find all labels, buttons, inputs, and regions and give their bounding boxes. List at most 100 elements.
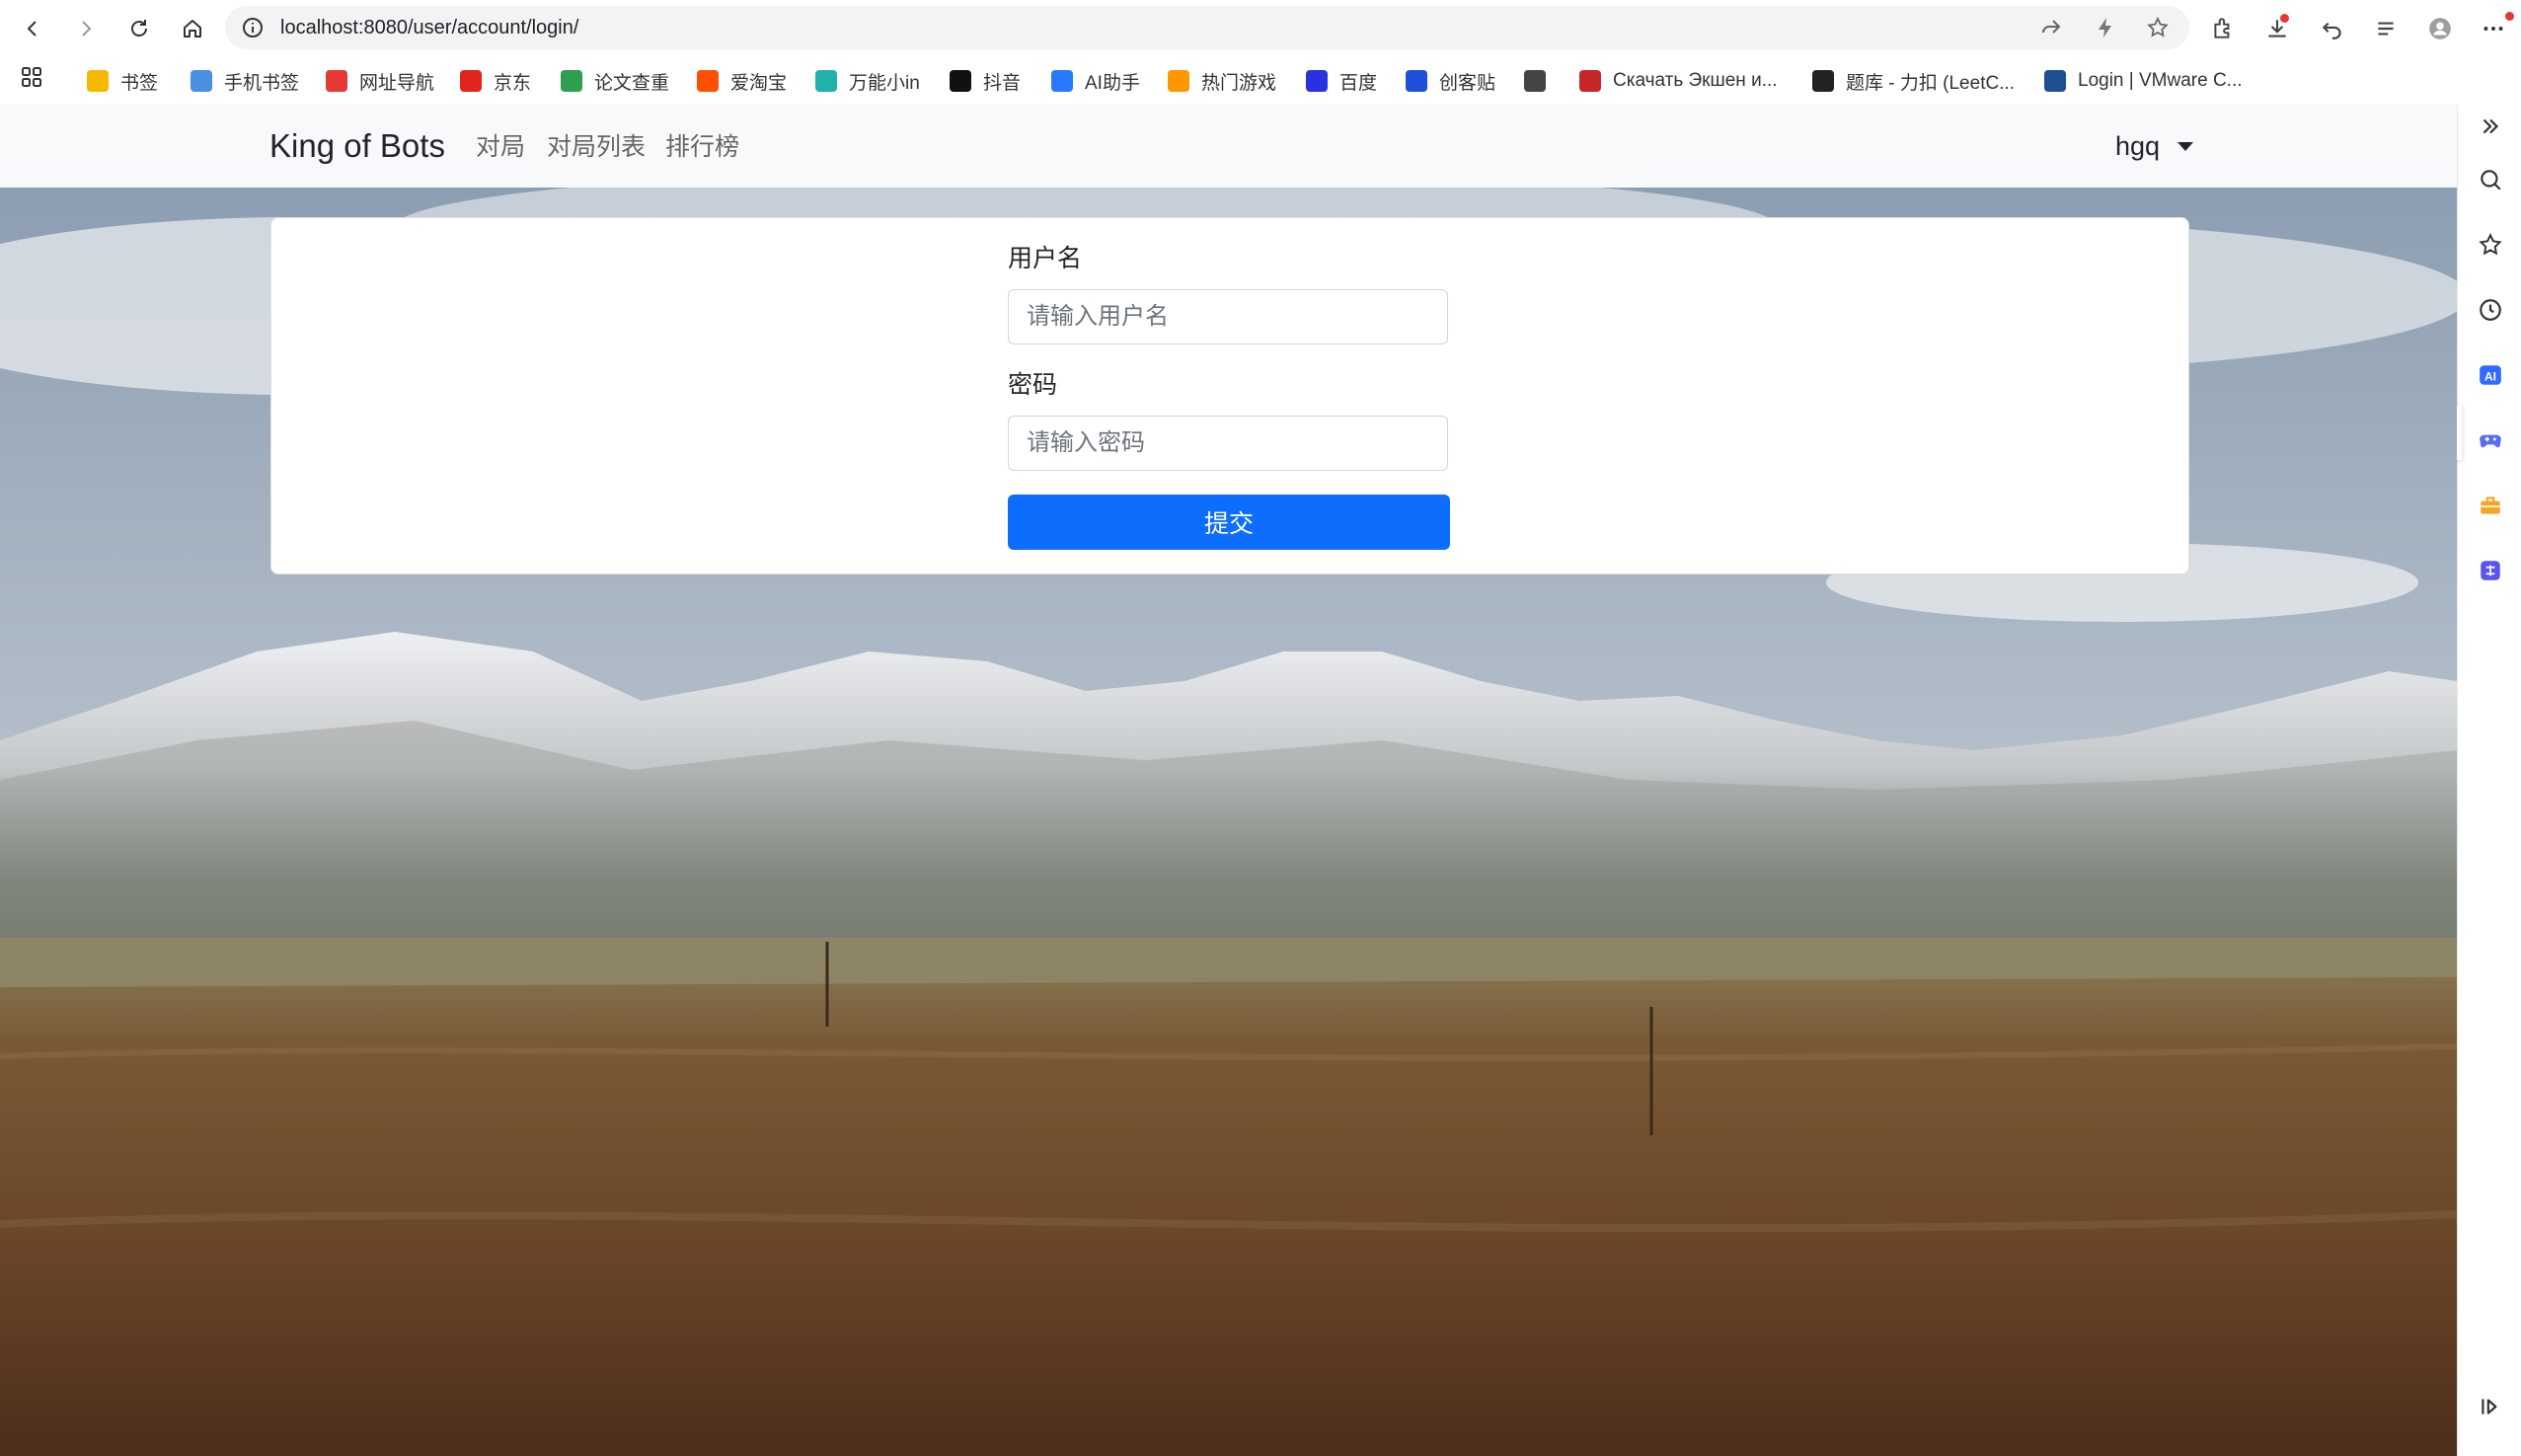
bookmark-favicon-icon	[326, 70, 347, 92]
site-navbar: King of Bots 对局 对局列表 排行榜 hgq	[0, 105, 2457, 188]
reading-list-button[interactable]	[2369, 12, 2403, 45]
clock-icon	[2480, 299, 2501, 321]
bookmark-item[interactable]: 万能小in	[815, 67, 920, 95]
lightning-icon[interactable]	[2094, 16, 2117, 39]
bookmark-item[interactable]: 书签	[87, 67, 158, 95]
star-icon	[2479, 233, 2502, 256]
login-card: 用户名 密码 提交	[270, 217, 2189, 575]
list-icon	[2378, 22, 2394, 36]
apps-grid-icon[interactable]	[20, 65, 43, 89]
sidebar-history-button[interactable]	[2477, 296, 2504, 324]
bookmark-item[interactable]: 手机书签	[191, 67, 299, 95]
site-info-icon[interactable]	[241, 16, 265, 39]
sidebar-ai-button[interactable]: AI	[2477, 361, 2504, 389]
reload-button[interactable]	[122, 12, 156, 45]
brand-link[interactable]: King of Bots	[269, 124, 445, 168]
bookmark-favicon-icon	[1524, 70, 1546, 92]
bookmark-favicon-icon	[1579, 70, 1601, 92]
bookmark-favicon-icon	[815, 70, 837, 92]
browser-toolbar: localhost:8080/user/account/login/	[0, 0, 2521, 57]
sidebar-collapse-button[interactable]	[2477, 113, 2504, 140]
bookmark-favicon-icon	[950, 70, 971, 92]
bookmark-favicon-icon	[697, 70, 719, 92]
bookmark-label: 创客贴	[1439, 72, 1496, 94]
home-icon	[184, 20, 201, 38]
star-bookmark-icon[interactable]	[2146, 16, 2170, 39]
bookmark-label: 爱淘宝	[730, 72, 788, 94]
address-bar[interactable]: localhost:8080/user/account/login/	[225, 6, 2189, 49]
back-arrow-icon	[27, 21, 37, 37]
password-label: 密码	[1008, 371, 1058, 399]
gamepad-icon	[2480, 434, 2501, 448]
extensions-button[interactable]	[2206, 12, 2240, 45]
chevron-down-icon	[2177, 141, 2194, 151]
more-dots-icon	[2483, 27, 2503, 31]
bookmark-favicon-icon	[561, 70, 582, 92]
bookmark-favicon-icon	[1051, 70, 1073, 92]
bookmark-item[interactable]: 论文查重	[561, 67, 669, 95]
bookmark-item[interactable]: 网址导航	[326, 67, 434, 95]
bookmark-label: 百度	[1339, 72, 1378, 94]
undo-close-button[interactable]	[2316, 12, 2349, 45]
sidebar-search-button[interactable]	[2477, 166, 2504, 193]
profile-button[interactable]	[2423, 12, 2457, 45]
password-input[interactable]	[1008, 416, 1448, 471]
bookmarks-bar: 书签 手机书签 网址导航 京东 论文查重 爱淘宝 万能小in 抖音 AI助手 热门游戏 百度 创客贴 С…	[0, 57, 2521, 106]
translate-icon	[2481, 561, 2500, 580]
sidebar-translate-button[interactable]	[2477, 557, 2504, 584]
ai-icon: AI	[2480, 365, 2501, 385]
sidebar-toolbox-button[interactable]	[2477, 492, 2504, 519]
reload-icon	[131, 20, 147, 37]
bookmark-label: Login | VMware C...	[2078, 70, 2243, 91]
menu-notification-dot	[2505, 12, 2514, 21]
bookmark-label: 万能小in	[849, 72, 920, 94]
bookmark-label: 题库 - 力扣 (LeetC...	[1846, 72, 2016, 94]
back-button[interactable]	[16, 12, 49, 45]
bookmark-favicon-icon	[87, 70, 109, 92]
share-icon[interactable]	[2039, 16, 2063, 39]
bookmark-favicon-icon	[1306, 70, 1328, 92]
svg-text:AI: AI	[2484, 369, 2496, 383]
download-notification-dot	[2280, 14, 2289, 23]
home-button[interactable]	[176, 12, 209, 45]
bookmark-label: 书签	[120, 72, 159, 94]
undo-icon	[2322, 22, 2341, 39]
bookmark-favicon-icon	[1406, 70, 1427, 92]
bookmark-favicon-icon	[1168, 70, 1189, 92]
bookmark-item[interactable]: 热门游戏	[1168, 67, 1276, 95]
bookmark-label: 京东	[494, 72, 532, 94]
nav-link-pk[interactable]: 对局	[476, 130, 525, 164]
bookmark-item[interactable]: 创客贴	[1406, 67, 1495, 95]
nav-link-record-list[interactable]: 对局列表	[547, 130, 646, 164]
bookmark-item[interactable]: 抖音	[950, 67, 1021, 95]
bookmark-item[interactable]: 百度	[1306, 67, 1377, 95]
bookmark-item[interactable]: 题库 - 力扣 (LeetC...	[1812, 67, 2015, 95]
username-input[interactable]	[1008, 289, 1448, 345]
bookmark-favicon-icon	[460, 70, 482, 92]
bookmark-favicon-icon	[191, 70, 212, 92]
username-label: 用户名	[1008, 245, 1083, 272]
bookmark-item[interactable]: Login | VMware C...	[2044, 67, 2243, 95]
bookmark-item[interactable]: AI助手	[1051, 67, 1140, 95]
bookmark-item[interactable]: 京东	[460, 67, 531, 95]
toolbox-icon	[2481, 497, 2500, 514]
bookmark-label: 热门游戏	[1201, 72, 1277, 94]
bookmark-item[interactable]: 爱淘宝	[697, 67, 787, 95]
forward-arrow-icon	[82, 21, 92, 37]
sidebar-favorites-button[interactable]	[2477, 231, 2504, 259]
sidebar-game-button[interactable]	[2477, 426, 2504, 454]
nav-link-ranklist[interactable]: 排行榜	[665, 130, 739, 164]
sidebar-expand-button[interactable]	[2477, 1393, 2504, 1420]
bookmark-item[interactable]: Скачать Экшен и...	[1579, 67, 1778, 95]
bookmark-label: 论文查重	[594, 72, 670, 94]
double-chevron-icon	[2483, 118, 2499, 134]
user-dropdown[interactable]: hgq	[2115, 128, 2194, 164]
panel-expand-icon	[2482, 1399, 2497, 1415]
url-text[interactable]: localhost:8080/user/account/login/	[280, 15, 578, 40]
bookmark-item[interactable]	[1524, 67, 1558, 95]
forward-button[interactable]	[69, 12, 103, 45]
submit-button[interactable]: 提交	[1008, 495, 1450, 550]
bookmark-label: 网址导航	[359, 72, 435, 94]
bookmark-favicon-icon	[1812, 70, 1834, 92]
username-label: hgq	[2115, 130, 2161, 161]
